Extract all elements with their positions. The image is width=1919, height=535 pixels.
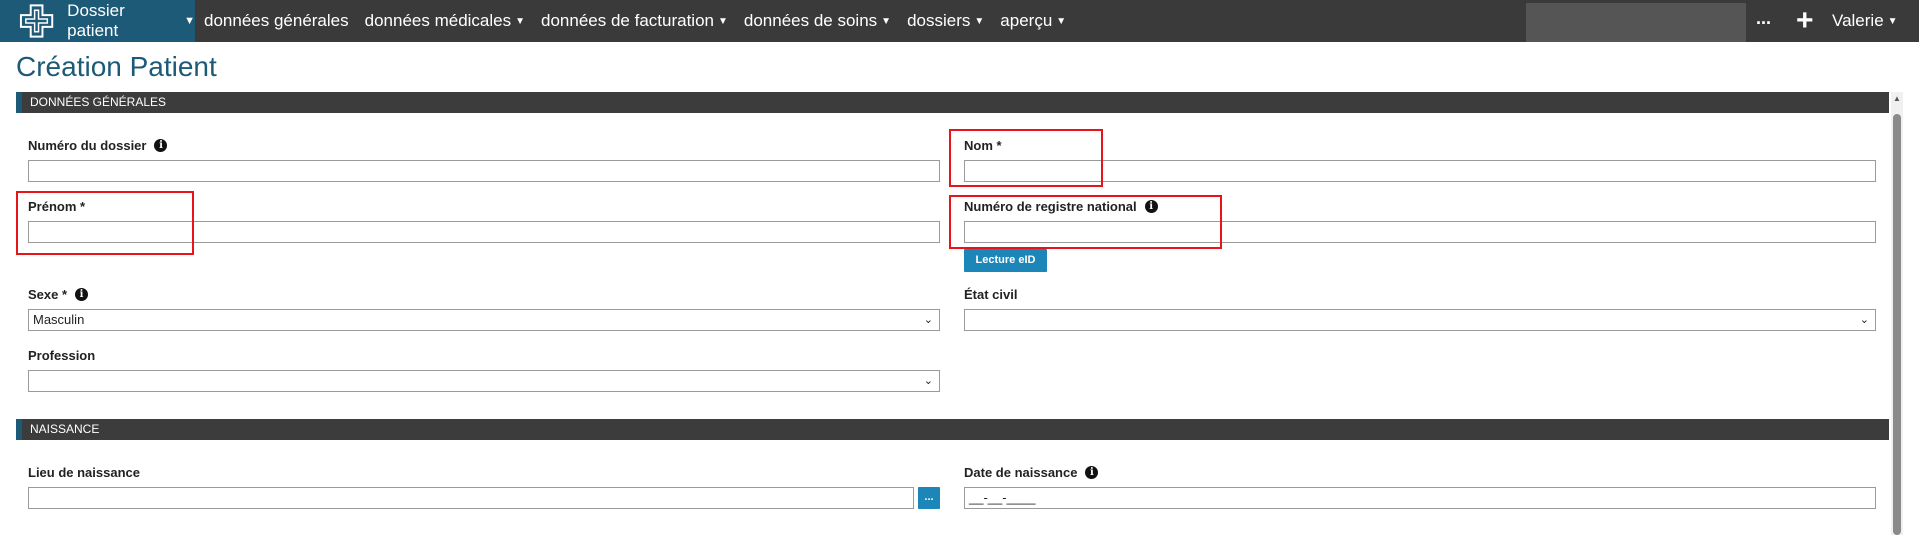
search-area[interactable] (1526, 3, 1746, 42)
nav-item-label: données médicales (364, 11, 512, 30)
chevron-down-icon: ▼ (717, 15, 728, 27)
chevron-down-icon: ▼ (1056, 15, 1067, 27)
more-button[interactable]: ... (1756, 8, 1771, 29)
nav-item-donnees-facturation[interactable]: données de facturation ▼ (541, 11, 728, 31)
top-navigation-bar: Dossier patient ▼ données générales donn… (0, 0, 1919, 42)
nav-item-label: données de facturation (541, 11, 714, 30)
chevron-down-icon: ⌄ (923, 314, 933, 326)
section-header-general: DONNÉES GÉNÉRALES (16, 92, 1889, 113)
medical-cross-logo (19, 4, 54, 38)
file-number-input[interactable] (28, 160, 940, 182)
nav-item-donnees-generales[interactable]: données générales (204, 11, 349, 31)
label-text: État civil (964, 287, 1018, 302)
page-title: Création Patient (16, 51, 217, 82)
nav-item-dossiers[interactable]: dossiers ▼ (907, 11, 984, 31)
scrollbar-thumb[interactable] (1893, 114, 1901, 535)
birth-date-input[interactable]: __-__-____ (964, 487, 1876, 509)
dossier-patient-menu[interactable]: Dossier patient ▼ (0, 0, 195, 42)
birth-place-label: Lieu de naissance (28, 465, 140, 480)
nav-item-donnees-soins[interactable]: données de soins ▼ (744, 11, 891, 31)
section-header-birth: NAISSANCE (16, 419, 1889, 440)
brand-label: Dossier patient (67, 1, 125, 40)
chevron-down-icon: ⌄ (1859, 314, 1869, 326)
birth-place-input[interactable] (28, 487, 914, 509)
birth-date-label: Date de naissance i (964, 465, 1099, 480)
nav-item-label: dossiers (907, 11, 971, 30)
label-text: Date de naissance (964, 465, 1078, 480)
vertical-scrollbar[interactable]: ▲ (1891, 92, 1903, 535)
chevron-down-icon: ▼ (974, 15, 985, 27)
label-text: Sexe * (28, 287, 68, 302)
nav-item-donnees-medicales[interactable]: données médicales ▼ (365, 11, 525, 31)
info-icon[interactable]: i (75, 288, 89, 301)
sex-selected-value: Masculin (33, 312, 85, 327)
chevron-down-icon: ▼ (1887, 15, 1898, 27)
info-icon[interactable]: i (154, 139, 168, 152)
user-name: Valerie (1832, 11, 1884, 30)
chevron-down-icon: ▼ (184, 15, 195, 27)
file-number-label: Numéro du dossier i (28, 138, 168, 153)
label-text: Numéro du dossier (28, 138, 147, 153)
main-nav: données générales données médicales ▼ do… (204, 0, 1082, 42)
profession-label: Profession (28, 348, 95, 363)
nav-item-label: aperçu (1000, 11, 1053, 30)
chevron-down-icon: ▼ (881, 15, 892, 27)
chevron-down-icon: ⌄ (923, 375, 933, 387)
label-text: Lieu de naissance (28, 465, 140, 480)
highlight-box-last-name (949, 129, 1103, 187)
add-button[interactable]: + (1796, 2, 1814, 40)
sex-label: Sexe * i (28, 287, 89, 302)
eid-read-button[interactable]: Lecture eID (964, 249, 1047, 272)
civil-status-select[interactable]: ⌄ (964, 309, 1876, 331)
birth-place-lookup-button[interactable]: ... (918, 487, 940, 509)
highlight-box-national-register (949, 195, 1222, 249)
civil-status-label: État civil (964, 287, 1017, 302)
info-icon[interactable]: i (1085, 466, 1099, 479)
profession-select[interactable]: ⌄ (28, 370, 940, 392)
nav-item-apercu[interactable]: aperçu ▼ (1000, 11, 1066, 31)
label-text: Profession (28, 348, 96, 363)
nav-item-label: données générales (204, 11, 349, 30)
nav-item-label: données de soins (743, 11, 878, 30)
highlight-box-first-name (16, 191, 194, 255)
chevron-down-icon: ▼ (515, 15, 526, 27)
user-menu[interactable]: Valerie ▼ (1832, 0, 1898, 42)
scroll-up-arrow-icon[interactable]: ▲ (1891, 94, 1903, 103)
sex-select[interactable]: Masculin ⌄ (28, 309, 940, 331)
